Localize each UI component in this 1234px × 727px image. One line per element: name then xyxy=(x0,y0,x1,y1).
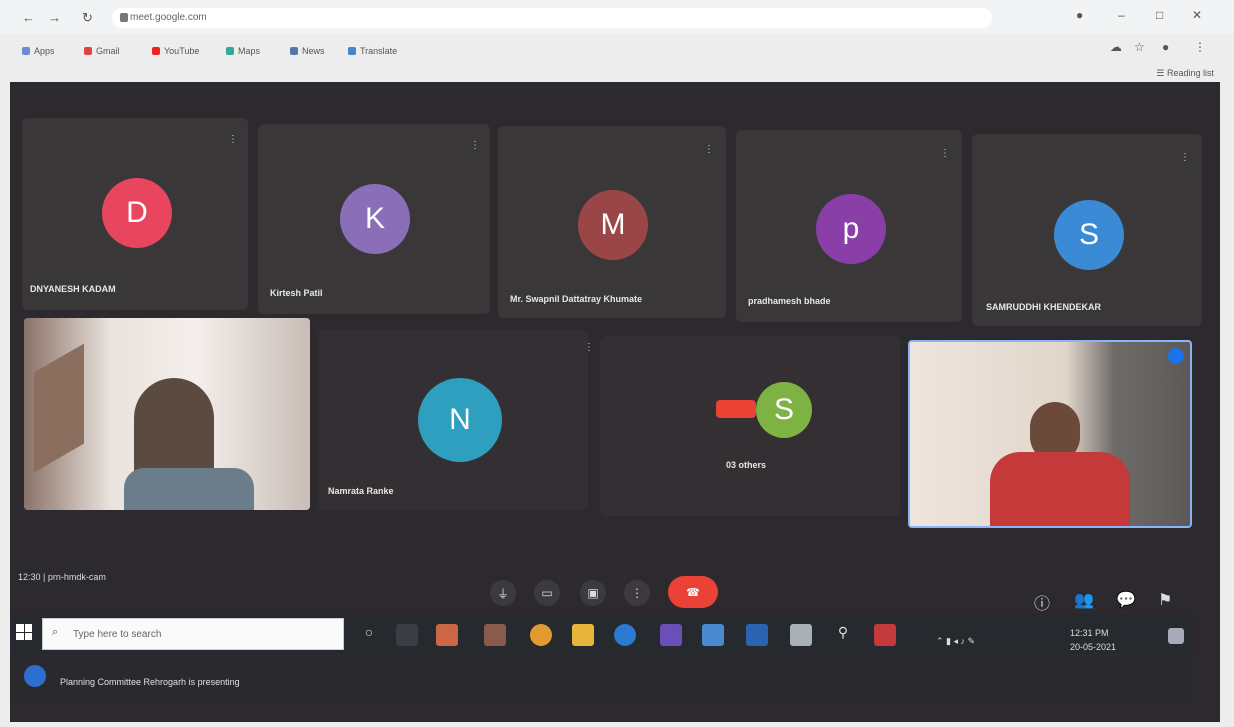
forward-icon[interactable]: → xyxy=(48,10,61,25)
participant-name: SAMRUDDHI KHENDEKAR xyxy=(986,302,1102,312)
taskbar-app-icon[interactable] xyxy=(746,624,768,646)
others-tile[interactable]: S 03 others xyxy=(600,336,900,516)
participant-name: DNYANESH KADAM xyxy=(30,284,116,294)
lock-icon xyxy=(120,13,128,22)
bookmark-translate[interactable]: Translate xyxy=(348,46,397,56)
more-options-icon[interactable]: ⋮ xyxy=(1180,152,1190,163)
participant-name: 03 others xyxy=(726,460,767,470)
browser-toolbar: ← → ↻ meet.google.com ● – □ ✕ xyxy=(0,0,1234,34)
participant-tile[interactable]: ⋮ p pradhamesh bhade xyxy=(736,130,962,322)
microphone-button[interactable]: ⏚ xyxy=(490,580,516,606)
translate-icon xyxy=(348,47,356,55)
more-options-icon[interactable]: ⋮ xyxy=(228,134,238,145)
reload-icon[interactable]: ↻ xyxy=(82,10,93,26)
bookmark-maps[interactable]: Maps xyxy=(226,46,260,56)
bookmark-gmail[interactable]: Gmail xyxy=(84,46,120,56)
person-shoulders xyxy=(124,468,254,510)
address-bar[interactable]: meet.google.com xyxy=(112,8,992,28)
apps-icon xyxy=(22,47,30,55)
presenter-icon xyxy=(24,665,46,687)
camera-button[interactable]: ▭ xyxy=(534,580,560,606)
more-options-icon[interactable]: ⋮ xyxy=(940,148,950,159)
maps-app-icon[interactable]: ⚲ xyxy=(832,624,854,646)
meeting-time-code: 12:30 | prn-hmdk-cam xyxy=(18,572,106,582)
task-view-icon[interactable] xyxy=(396,624,418,646)
bookmark-apps[interactable]: Apps xyxy=(22,46,55,56)
search-icon: ⌕ xyxy=(52,626,59,638)
close-icon[interactable]: ✕ xyxy=(1192,8,1202,22)
participant-name: Kirtesh Patil xyxy=(270,288,323,298)
taskbar-app-icon[interactable] xyxy=(874,624,896,646)
more-options-icon[interactable]: ⋮ xyxy=(470,140,480,151)
participant-tile[interactable]: N Namrata Ranke xyxy=(318,330,588,510)
participant-name: pradhamesh bhade xyxy=(748,296,831,306)
presenting-text: Planning Committee Rehrogarh is presenti… xyxy=(60,677,240,687)
chrome-icon[interactable] xyxy=(530,624,552,646)
taskbar-app-icon[interactable] xyxy=(660,624,682,646)
participant-tile[interactable]: ⋮ S SAMRUDDHI KHENDEKAR xyxy=(972,134,1202,326)
bookmark-news[interactable]: News xyxy=(290,46,325,56)
back-icon[interactable]: ← xyxy=(22,10,35,25)
more-options-icon[interactable]: ⋮ xyxy=(704,144,714,155)
maximize-icon[interactable]: □ xyxy=(1156,8,1163,22)
clock-time[interactable]: 12:31 PM xyxy=(1070,628,1109,638)
account-icon[interactable]: ● xyxy=(1162,40,1169,54)
youtube-icon xyxy=(152,47,160,55)
bookmark-youtube[interactable]: YouTube xyxy=(152,46,199,56)
participant-tile[interactable]: ⋮ D DNYANESH KADAM xyxy=(22,118,248,310)
clock-date[interactable]: 20-05-2021 xyxy=(1070,642,1116,652)
avatar: N xyxy=(418,378,502,462)
file-explorer-icon[interactable] xyxy=(572,624,594,646)
minimize-icon[interactable]: – xyxy=(1118,8,1125,22)
avatar: D xyxy=(102,178,172,248)
avatar: p xyxy=(816,194,886,264)
taskbar-app-icon[interactable] xyxy=(790,624,812,646)
profile-icon[interactable]: ● xyxy=(1076,8,1083,22)
news-icon xyxy=(290,47,298,55)
avatar: S xyxy=(756,382,812,438)
taskbar-app-icon[interactable] xyxy=(484,624,506,646)
activities-icon[interactable]: ⚑ xyxy=(1158,590,1172,610)
menu-icon[interactable]: ⋮ xyxy=(1194,40,1206,54)
start-icon[interactable] xyxy=(16,624,32,640)
avatar: M xyxy=(578,190,648,260)
person-shirt xyxy=(990,452,1130,526)
participant-video[interactable] xyxy=(24,318,310,510)
presenting-logo xyxy=(716,400,756,418)
notifications-icon[interactable] xyxy=(1168,628,1184,644)
cortana-icon[interactable]: ○ xyxy=(358,624,380,646)
people-icon[interactable]: 👥 xyxy=(1074,590,1094,610)
chat-icon[interactable]: 💬 xyxy=(1116,590,1136,610)
present-button[interactable]: ▣ xyxy=(580,580,606,606)
self-video[interactable] xyxy=(908,340,1192,528)
speaking-indicator-icon xyxy=(1168,348,1184,364)
end-call-button[interactable]: ☎ xyxy=(668,576,718,608)
extension-icon[interactable]: ☁ xyxy=(1110,40,1122,54)
edge-icon[interactable] xyxy=(614,624,636,646)
star-icon[interactable]: ☆ xyxy=(1134,40,1145,54)
taskbar-search-input[interactable]: Type here to search xyxy=(42,618,344,650)
gmail-icon xyxy=(84,47,92,55)
more-options-button[interactable]: ⋮ xyxy=(624,580,650,606)
participant-tile[interactable]: ⋮ K Kirtesh Patil xyxy=(258,124,490,314)
participant-name: Mr. Swapnil Dattatray Khumate xyxy=(510,294,643,304)
system-tray-icons[interactable]: ⌃ ▮ ◂ ♪ ✎ xyxy=(936,636,975,647)
store-icon[interactable] xyxy=(702,624,724,646)
taskbar-app-icon[interactable] xyxy=(436,624,458,646)
participant-name: Namrata Ranke xyxy=(328,486,394,496)
reading-list[interactable]: ☰ Reading list xyxy=(1156,68,1214,79)
maps-icon xyxy=(226,47,234,55)
avatar: S xyxy=(1054,200,1124,270)
info-icon[interactable]: ⓘ xyxy=(1034,590,1050,614)
avatar: K xyxy=(340,184,410,254)
participant-tile[interactable]: ⋮ M Mr. Swapnil Dattatray Khumate xyxy=(498,126,726,318)
more-options-icon[interactable]: ⋮ xyxy=(584,342,594,353)
